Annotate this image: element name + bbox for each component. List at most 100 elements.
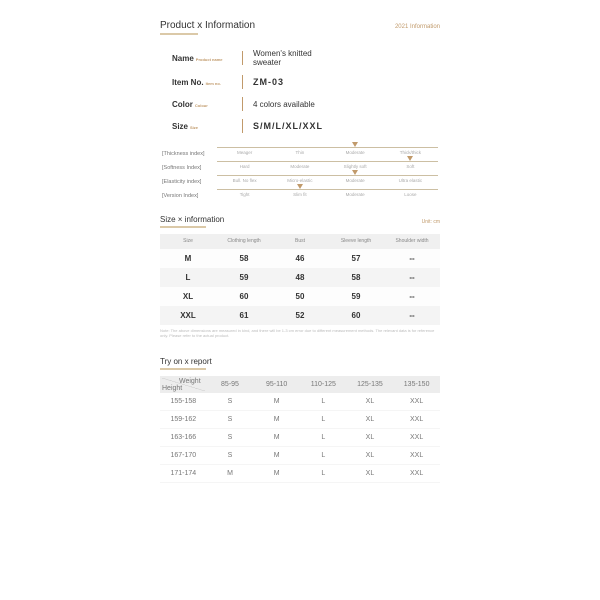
- size-cell: 60: [216, 287, 272, 306]
- table-row: 167-170SMLXLXXL: [160, 446, 440, 464]
- index-line: [217, 189, 438, 190]
- table-row: XXL615260--: [160, 306, 440, 325]
- size-col-header: Size: [160, 234, 216, 249]
- size-cell: 57: [328, 249, 384, 268]
- index-option: Moderate: [272, 165, 327, 170]
- attr-row-itemno: Item No.Item no. ZM-03: [172, 75, 436, 89]
- index-row: [Thickness index]MeagerThinModerateThick…: [162, 147, 438, 157]
- season-badge: 2021 Information: [395, 24, 440, 30]
- attr-value: ZM-03: [253, 77, 284, 87]
- section-size-title: Size × information Unit: cm: [160, 215, 440, 228]
- size-cell: 58: [216, 249, 272, 268]
- tryon-cell: M: [253, 393, 300, 411]
- size-cell: XXL: [160, 306, 216, 325]
- index-option: Thin: [272, 151, 327, 156]
- attr-label: NameProduct name: [172, 54, 232, 63]
- size-cell: 58: [328, 268, 384, 287]
- tryon-col-header: 85-95: [207, 376, 254, 393]
- attr-row-size: SizeSize S/M/L/XL/XXL: [172, 119, 436, 133]
- index-row: [Version Index]TightSlim fitModerateLoos…: [162, 189, 438, 199]
- tryon-cell: S: [207, 410, 254, 428]
- index-scale: Bull. No flexMicro-elasticModerateUltra …: [217, 175, 438, 184]
- tryon-cell: XXL: [393, 428, 440, 446]
- attr-label: SizeSize: [172, 122, 232, 131]
- size-col-header: Shoulder width: [384, 234, 440, 249]
- index-option: Bull. No flex: [217, 179, 272, 184]
- attr-label: ColorColour: [172, 100, 232, 109]
- size-cell: 59: [328, 287, 384, 306]
- index-option: Thick/thick: [383, 151, 438, 156]
- material-indices: [Thickness index]MeagerThinModerateThick…: [162, 147, 438, 199]
- index-option: Slightly soft: [328, 165, 383, 170]
- tryon-cell: XL: [347, 428, 394, 446]
- section-product-info-title: Product x Information 2021 Information: [160, 20, 440, 35]
- tryon-cell: M: [253, 410, 300, 428]
- tryon-cell: M: [253, 428, 300, 446]
- tryon-cell: XXL: [393, 393, 440, 411]
- index-label: [Version Index]: [162, 189, 217, 199]
- index-label: [Elasticity index]: [162, 175, 217, 185]
- tryon-cell: XL: [347, 393, 394, 411]
- attr-value: S/M/L/XL/XXL: [253, 121, 323, 131]
- size-cell: 59: [216, 268, 272, 287]
- size-cell: 50: [272, 287, 328, 306]
- divider-icon: [242, 97, 243, 111]
- marker-icon: [407, 156, 413, 161]
- tryon-cell: L: [300, 410, 347, 428]
- table-row: L594858--: [160, 268, 440, 287]
- tryon-cell: XXL: [393, 464, 440, 482]
- section-tryon-title: Try on x report: [160, 357, 440, 370]
- index-scale: MeagerThinModerateThick/thick: [217, 147, 438, 156]
- tryon-cell: L: [300, 446, 347, 464]
- tryon-table: WeightHeight85-9595-110110-125125-135135…: [160, 376, 440, 483]
- table-row: 171-174MMLXLXXL: [160, 464, 440, 482]
- divider-icon: [242, 75, 243, 89]
- index-option: Micro-elastic: [272, 179, 327, 184]
- divider-icon: [242, 119, 243, 133]
- index-label: [Softness Index]: [162, 161, 217, 171]
- size-title-text: Size × information: [160, 215, 224, 224]
- size-table: SizeClothing lengthBustSleeve lengthShou…: [160, 234, 440, 325]
- weight-label: Weight: [179, 378, 201, 385]
- index-option: Ultra elastic: [383, 179, 438, 184]
- size-col-header: Clothing length: [216, 234, 272, 249]
- size-cell: XL: [160, 287, 216, 306]
- tryon-cell: 171-174: [160, 464, 207, 482]
- size-cell: --: [384, 249, 440, 268]
- tryon-cell: XL: [347, 410, 394, 428]
- tryon-cell: L: [300, 428, 347, 446]
- divider-icon: [242, 51, 243, 65]
- tryon-cell: S: [207, 428, 254, 446]
- tryon-cell: L: [300, 393, 347, 411]
- tryon-cell: 155-158: [160, 393, 207, 411]
- marker-icon: [297, 184, 303, 189]
- index-label: [Thickness index]: [162, 147, 217, 157]
- table-row: 163-166SMLXLXXL: [160, 428, 440, 446]
- tryon-cell: 159-162: [160, 410, 207, 428]
- table-row: M584657--: [160, 249, 440, 268]
- tryon-cell: M: [253, 446, 300, 464]
- size-col-header: Sleeve length: [328, 234, 384, 249]
- size-cell: --: [384, 268, 440, 287]
- table-row: 159-162SMLXLXXL: [160, 410, 440, 428]
- index-line: [217, 175, 438, 176]
- marker-icon: [352, 170, 358, 175]
- tryon-col-header: 110-125: [300, 376, 347, 393]
- tryon-title-text: Try on x report: [160, 357, 212, 366]
- size-cell: 48: [272, 268, 328, 287]
- tryon-cell: M: [207, 464, 254, 482]
- index-option: Moderate: [328, 151, 383, 156]
- size-footnote: Note: The above dimensions are measured …: [160, 329, 440, 339]
- title-underline: [160, 368, 206, 370]
- tryon-cell: S: [207, 446, 254, 464]
- tryon-col-header: 125-135: [347, 376, 394, 393]
- index-option: Tight: [217, 193, 272, 198]
- tryon-cell: XL: [347, 446, 394, 464]
- index-option: Moderate: [328, 193, 383, 198]
- attr-row-color: ColorColour 4 colors available: [172, 97, 436, 111]
- tryon-cell: 163-166: [160, 428, 207, 446]
- attr-value: 4 colors available: [253, 100, 315, 109]
- index-line: [217, 161, 438, 162]
- size-cell: 60: [328, 306, 384, 325]
- index-scale: HardModerateSlightly softSoft: [217, 161, 438, 170]
